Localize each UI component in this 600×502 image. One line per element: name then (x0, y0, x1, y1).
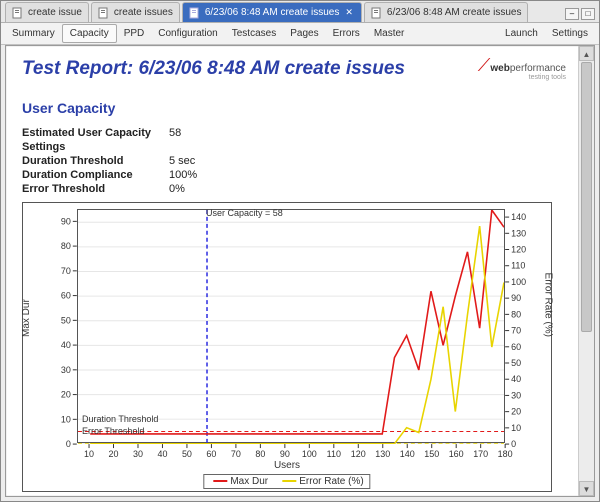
x-axis-label: Users (23, 460, 551, 471)
svg-text:10: 10 (61, 414, 71, 424)
error-threshold-annotation: Error Threshold (82, 426, 144, 436)
svg-text:170: 170 (473, 449, 488, 459)
svg-text:90: 90 (511, 293, 521, 303)
tab-testcases[interactable]: Testcases (225, 25, 283, 42)
svg-text:10: 10 (511, 423, 521, 433)
svg-text:0: 0 (66, 439, 71, 449)
svg-text:40: 40 (511, 374, 521, 384)
svg-text:20: 20 (61, 390, 71, 400)
section-heading: User Capacity (22, 100, 562, 116)
svg-text:110: 110 (327, 449, 341, 459)
svg-text:180: 180 (498, 449, 513, 459)
doc-tab-1[interactable]: create issues (91, 2, 180, 22)
document-icon (189, 7, 201, 19)
duration-threshold-annotation: Duration Threshold (82, 414, 158, 424)
document-icon (371, 7, 383, 19)
svg-text:150: 150 (424, 449, 439, 459)
svg-text:130: 130 (375, 449, 390, 459)
svg-text:100: 100 (302, 449, 317, 459)
svg-text:40: 40 (61, 340, 71, 350)
svg-text:110: 110 (511, 261, 525, 271)
svg-text:50: 50 (511, 358, 521, 368)
document-icon (12, 7, 24, 19)
svg-text:20: 20 (109, 449, 119, 459)
svg-text:100: 100 (511, 277, 526, 287)
scrollbar-thumb[interactable] (581, 62, 592, 332)
minimize-icon[interactable]: – (565, 8, 579, 20)
doc-tab-label: 6/23/06 8:48 AM create issues (387, 7, 522, 18)
settings-button[interactable]: Settings (545, 25, 595, 42)
svg-text:80: 80 (511, 309, 521, 319)
svg-text:90: 90 (61, 216, 71, 226)
tab-ppd[interactable]: PPD (117, 25, 152, 42)
tab-configuration[interactable]: Configuration (151, 25, 224, 42)
svg-text:50: 50 (61, 315, 71, 325)
svg-text:20: 20 (511, 407, 521, 417)
doc-tab-0[interactable]: create issue (5, 2, 89, 22)
capacity-chart: User Capacity = 58 Duration Threshold Er… (22, 202, 552, 492)
scroll-up-icon[interactable]: ▲ (579, 46, 594, 61)
table-row: Error Threshold0% (22, 182, 197, 196)
svg-text:60: 60 (511, 342, 521, 352)
svg-text:30: 30 (61, 365, 71, 375)
scroll-down-icon[interactable]: ▼ (579, 481, 594, 496)
doc-tab-2[interactable]: 6/23/06 8:48 AM create issues ✕ (182, 2, 362, 22)
y-axis-left-label: Max Dur (21, 299, 32, 337)
svg-text:50: 50 (182, 449, 192, 459)
svg-text:30: 30 (133, 449, 143, 459)
svg-text:80: 80 (255, 449, 265, 459)
launch-button[interactable]: Launch (498, 25, 545, 42)
table-row: Duration Compliance100% (22, 168, 197, 182)
doc-tab-label: create issue (28, 7, 82, 18)
brand-logo: ⟋webperformance testing tools (478, 60, 566, 81)
svg-text:160: 160 (449, 449, 464, 459)
svg-text:30: 30 (511, 390, 521, 400)
vertical-scrollbar[interactable]: ▲ ▼ (578, 46, 594, 496)
svg-text:0: 0 (511, 439, 516, 449)
svg-text:140: 140 (511, 212, 526, 222)
svg-text:90: 90 (280, 449, 290, 459)
chart-svg (78, 210, 504, 444)
svg-text:70: 70 (231, 449, 241, 459)
y-axis-right-label: Error Rate (%) (542, 273, 553, 337)
chart-legend: Max Dur Error Rate (%) (203, 474, 370, 489)
svg-text:130: 130 (511, 228, 526, 238)
report-panel: ⟋webperformance testing tools Test Repor… (5, 45, 595, 497)
table-row: Duration Threshold5 sec (22, 154, 197, 168)
tab-summary[interactable]: Summary (5, 25, 62, 42)
document-tab-row: create issue create issues 6/23/06 8:48 … (1, 1, 599, 23)
svg-text:70: 70 (61, 266, 71, 276)
capacity-annotation: User Capacity = 58 (206, 208, 283, 218)
tab-errors[interactable]: Errors (326, 25, 367, 42)
tab-pages[interactable]: Pages (283, 25, 325, 42)
table-row: Settings (22, 140, 197, 154)
svg-text:40: 40 (157, 449, 167, 459)
view-toolbar: Summary Capacity PPD Configuration Testc… (1, 23, 599, 45)
svg-text:120: 120 (511, 245, 526, 255)
close-icon[interactable]: ✕ (343, 7, 355, 18)
table-row: Estimated User Capacity58 (22, 126, 197, 140)
doc-tab-label: create issues (114, 7, 173, 18)
summary-table: Estimated User Capacity58 Settings Durat… (22, 126, 197, 196)
svg-text:10: 10 (84, 449, 94, 459)
svg-text:60: 60 (61, 291, 71, 301)
svg-text:140: 140 (400, 449, 415, 459)
tab-master[interactable]: Master (367, 25, 412, 42)
svg-text:120: 120 (351, 449, 366, 459)
svg-text:80: 80 (61, 241, 71, 251)
svg-text:70: 70 (511, 326, 521, 336)
document-icon (98, 7, 110, 19)
chart-plot-area: User Capacity = 58 Duration Threshold Er… (77, 209, 505, 443)
maximize-icon[interactable]: □ (581, 8, 595, 20)
doc-tab-label: 6/23/06 8:48 AM create issues (205, 7, 340, 18)
svg-text:60: 60 (206, 449, 216, 459)
tab-capacity[interactable]: Capacity (62, 24, 117, 43)
doc-tab-3[interactable]: 6/23/06 8:48 AM create issues (364, 2, 529, 22)
